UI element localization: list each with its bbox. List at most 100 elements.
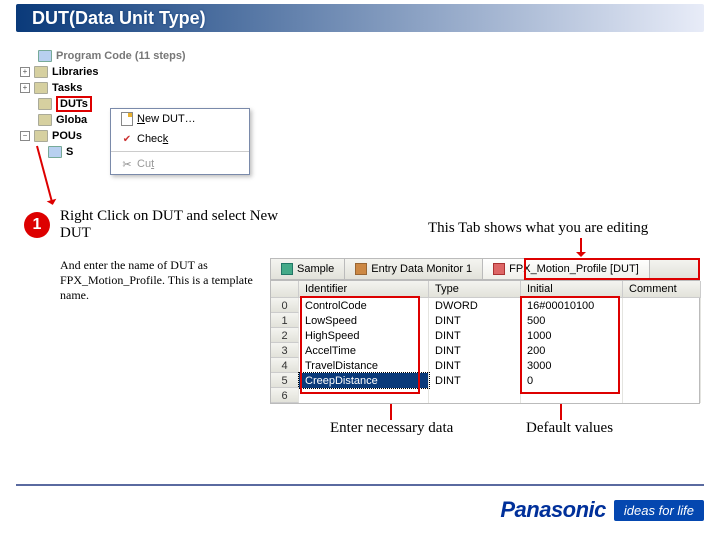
menu-item-cut: Cut [111, 154, 249, 174]
cell-comment[interactable] [623, 373, 701, 388]
cell-initial[interactable]: 16#00010100 [521, 298, 623, 313]
tab-label: Entry Data Monitor 1 [371, 263, 472, 275]
folder-icon [34, 130, 48, 142]
cell-identifier[interactable]: AccelTime [299, 343, 429, 358]
menu-separator [111, 151, 249, 152]
context-menu: New DUT… Check Cut [110, 108, 250, 175]
tree-label: Globa [56, 114, 87, 126]
cell-identifier[interactable]: TravelDistance [299, 358, 429, 373]
row-number: 4 [271, 358, 299, 373]
folder-icon [34, 82, 48, 94]
cell-identifier[interactable]: HighSpeed [299, 328, 429, 343]
tree-item-tasks[interactable]: + Tasks [20, 80, 280, 96]
tab-dut-active[interactable]: FPX_Motion_Profile [DUT] [483, 259, 650, 279]
tree-label: POUs [52, 130, 82, 142]
table-row[interactable]: 2HighSpeedDINT1000 [271, 328, 699, 343]
grid-header: Type [429, 281, 521, 298]
cell-type[interactable]: DINT [429, 358, 521, 373]
cell-type[interactable]: DINT [429, 373, 521, 388]
menu-item-check[interactable]: Check [111, 129, 249, 149]
row-number: 6 [271, 388, 299, 403]
cell-initial[interactable]: 200 [521, 343, 623, 358]
cell-type[interactable]: DWORD [429, 298, 521, 313]
row-number: 0 [271, 298, 299, 313]
cell-identifier[interactable]: ControlCode [299, 298, 429, 313]
table-row[interactable]: 6 [271, 388, 699, 403]
row-number: 2 [271, 328, 299, 343]
cell-initial[interactable] [521, 388, 623, 403]
cell-identifier[interactable]: LowSpeed [299, 313, 429, 328]
tab-sample[interactable]: Sample [271, 259, 345, 279]
collapse-icon[interactable]: − [20, 131, 30, 141]
table-row[interactable]: 1LowSpeedDINT500 [271, 313, 699, 328]
cell-initial[interactable]: 500 [521, 313, 623, 328]
monitor-icon [355, 263, 367, 275]
grid-header: Initial [521, 281, 623, 298]
page-title: DUT(Data Unit Type) [16, 4, 704, 32]
grid-header: Identifier [299, 281, 429, 298]
brand-tagline: ideas for life [614, 500, 704, 521]
grid-header: Comment [623, 281, 701, 298]
annotation-defaults: Default values [526, 420, 613, 437]
cell-type[interactable]: DINT [429, 313, 521, 328]
brand-logo: Panasonic [500, 497, 606, 523]
step-number-badge: 1 [24, 212, 50, 238]
expand-icon[interactable]: + [20, 83, 30, 93]
row-number: 1 [271, 313, 299, 328]
check-icon [117, 134, 137, 145]
menu-item-new-dut[interactable]: New DUT… [111, 109, 249, 129]
cell-type[interactable]: DINT [429, 328, 521, 343]
cell-comment[interactable] [623, 328, 701, 343]
menu-label: Check [137, 133, 168, 145]
cell-identifier[interactable]: CreepDistance [299, 373, 429, 388]
row-number: 3 [271, 343, 299, 358]
tab-label: Sample [297, 263, 334, 275]
pou-icon [48, 146, 62, 158]
table-row[interactable]: 4TravelDistanceDINT3000 [271, 358, 699, 373]
row-number: 5 [271, 373, 299, 388]
table-row[interactable]: 0ControlCodeDWORD16#00010100 [271, 298, 699, 313]
cell-comment[interactable] [623, 298, 701, 313]
annotation-tab-note: This Tab shows what you are editing [428, 220, 648, 237]
folder-icon [34, 66, 48, 78]
cell-comment[interactable] [623, 343, 701, 358]
cell-identifier[interactable] [299, 388, 429, 403]
tab-label: FPX_Motion_Profile [DUT] [509, 263, 639, 275]
tree-label: Tasks [52, 82, 82, 94]
tree-item-programcode[interactable]: Program Code (11 steps) [20, 48, 280, 64]
cut-icon [117, 158, 137, 171]
cell-initial[interactable]: 0 [521, 373, 623, 388]
arrow-down-icon [580, 238, 582, 256]
code-icon [38, 50, 52, 62]
grid-header [271, 281, 299, 298]
tree-item-libraries[interactable]: + Libraries [20, 64, 280, 80]
table-row[interactable]: 5CreepDistanceDINT0 [271, 373, 699, 388]
tree-label: DUTs [56, 96, 92, 112]
cell-comment[interactable] [623, 358, 701, 373]
tree-label: Program Code (11 steps) [56, 50, 186, 62]
tree-label: Libraries [52, 66, 98, 78]
cell-type[interactable] [429, 388, 521, 403]
editor-tabs: Sample Entry Data Monitor 1 FPX_Motion_P… [270, 258, 700, 280]
folder-icon [38, 114, 52, 126]
cell-comment[interactable] [623, 313, 701, 328]
tree-label: S [66, 146, 73, 158]
menu-label: Cut [137, 158, 154, 170]
folder-icon [38, 98, 52, 110]
cell-initial[interactable]: 3000 [521, 358, 623, 373]
program-icon [281, 263, 293, 275]
new-file-icon [121, 112, 133, 126]
cell-comment[interactable] [623, 388, 701, 403]
table-row[interactable]: 3AccelTimeDINT200 [271, 343, 699, 358]
menu-label: New DUT… [137, 113, 196, 125]
annotation-enter-data: Enter necessary data [330, 420, 453, 437]
grid-header-row: Identifier Type Initial Comment [271, 281, 699, 298]
step-heading: Right Click on DUT and select New DUT [60, 208, 280, 242]
tab-monitor[interactable]: Entry Data Monitor 1 [345, 259, 483, 279]
dut-icon [493, 263, 505, 275]
cell-type[interactable]: DINT [429, 343, 521, 358]
dut-grid[interactable]: Identifier Type Initial Comment 0Control… [270, 280, 700, 404]
step-subtext: And enter the name of DUT as FPX_Motion_… [60, 258, 270, 303]
cell-initial[interactable]: 1000 [521, 328, 623, 343]
expand-icon[interactable]: + [20, 67, 30, 77]
